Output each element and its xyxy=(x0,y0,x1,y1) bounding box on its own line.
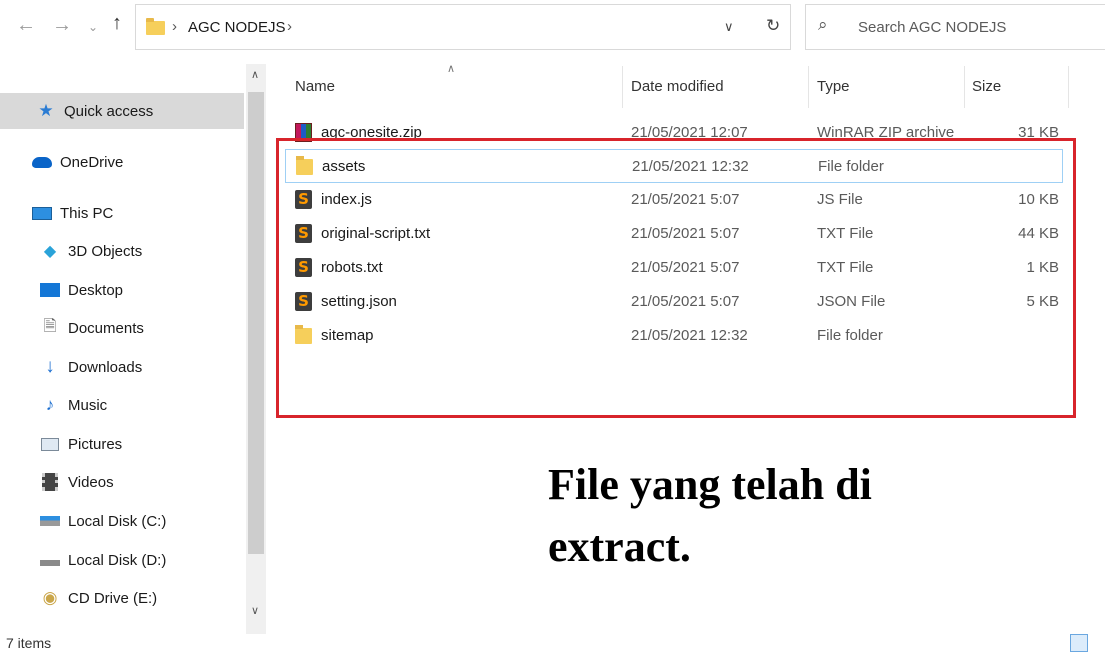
search-box[interactable]: ⌕ Search AGC NODEJS xyxy=(805,4,1105,50)
forward-arrow-icon[interactable]: → xyxy=(52,14,72,37)
sidebar-item-this-pc[interactable]: This PC xyxy=(0,195,244,231)
column-divider[interactable] xyxy=(622,66,623,108)
up-arrow-icon[interactable]: ↑ xyxy=(112,12,122,35)
sidebar-item-label: CD Drive (E:) xyxy=(68,589,158,607)
sidebar-item-local-disk-c[interactable]: Local Disk (C:) xyxy=(0,503,244,539)
scroll-down-icon[interactable]: ∨ xyxy=(251,604,259,617)
picture-icon xyxy=(40,435,60,453)
music-note-icon: ♪ xyxy=(45,395,55,414)
column-header-date-modified[interactable]: Date modified xyxy=(631,78,724,95)
sidebar-item-videos[interactable]: Videos xyxy=(0,464,244,500)
search-input[interactable]: Search AGC NODEJS xyxy=(858,19,1006,36)
search-icon: ⌕ xyxy=(818,15,828,34)
sidebar-item-label: Pictures xyxy=(68,435,123,453)
sidebar-item-cd-drive-e[interactable]: ◉ CD Drive (E:) xyxy=(0,580,244,616)
sidebar-item-desktop[interactable]: Desktop xyxy=(0,272,244,308)
sidebar-item-label: Local Disk (C:) xyxy=(68,512,167,530)
cloud-icon xyxy=(32,153,52,171)
sidebar-item-music[interactable]: ♪ Music xyxy=(0,387,244,423)
status-item-count: 7 items xyxy=(6,635,52,651)
column-header-name[interactable]: Name xyxy=(295,78,335,95)
address-dropdown-icon[interactable]: ∨ xyxy=(724,19,734,35)
column-header-type[interactable]: Type xyxy=(817,78,850,95)
sidebar-item-label: Desktop xyxy=(68,281,124,299)
back-arrow-icon[interactable]: ← xyxy=(16,14,36,37)
scroll-up-icon[interactable]: ∧ xyxy=(251,68,259,81)
computer-icon xyxy=(32,204,52,222)
sidebar-item-quick-access[interactable]: ★ Quick access xyxy=(0,93,244,129)
details-view-icon[interactable] xyxy=(1070,634,1088,652)
sidebar-item-label: Downloads xyxy=(68,358,143,376)
sidebar-item-label: OneDrive xyxy=(60,153,124,171)
sidebar-item-3d-objects[interactable]: ◆ 3D Objects xyxy=(0,233,244,269)
star-icon: ★ xyxy=(38,101,54,120)
highlight-box xyxy=(276,138,1076,418)
sidebar-item-onedrive[interactable]: OneDrive xyxy=(0,144,244,180)
annotation-caption: File yang telah di extract. xyxy=(548,460,872,571)
film-icon xyxy=(40,473,60,491)
sidebar-item-label: Music xyxy=(68,396,108,414)
sidebar-item-downloads[interactable]: ↓ Downloads xyxy=(0,349,244,385)
breadcrumb-item[interactable]: AGC NODEJS xyxy=(188,19,286,36)
sidebar-scrollbar-thumb[interactable] xyxy=(248,92,264,554)
breadcrumb-separator-icon: › xyxy=(172,18,177,35)
sidebar-item-label: Quick access xyxy=(64,102,154,120)
column-header-size[interactable]: Size xyxy=(972,78,1001,95)
sidebar-item-documents[interactable]: 🗎 Documents xyxy=(0,310,244,346)
sidebar-item-label: Videos xyxy=(68,473,114,491)
drive-icon xyxy=(40,551,60,569)
sidebar-item-label: 3D Objects xyxy=(68,242,143,260)
sidebar-item-label: This PC xyxy=(60,204,114,222)
sidebar-item-pictures[interactable]: Pictures xyxy=(0,426,244,462)
cube-icon: ◆ xyxy=(43,243,57,260)
sidebar-item-local-disk-d[interactable]: Local Disk (D:) xyxy=(0,542,244,578)
document-icon: 🗎 xyxy=(43,317,57,335)
recent-locations-chevron-icon[interactable]: ⌄ xyxy=(88,20,98,34)
desktop-icon xyxy=(40,281,60,299)
windows-drive-icon xyxy=(40,512,60,530)
column-divider[interactable] xyxy=(964,66,965,108)
address-bar[interactable]: › AGC NODEJS › ∨ ↻ xyxy=(135,4,791,50)
sidebar-item-label: Local Disk (D:) xyxy=(68,551,167,569)
sort-ascending-icon: ∧ xyxy=(447,63,456,75)
folder-icon xyxy=(146,18,165,35)
cd-icon: ◉ xyxy=(42,588,58,607)
column-divider[interactable] xyxy=(808,66,809,108)
column-divider[interactable] xyxy=(1068,66,1069,108)
download-arrow-icon: ↓ xyxy=(45,356,55,377)
breadcrumb-chevron-icon[interactable]: › xyxy=(287,18,292,35)
sidebar-item-label: Documents xyxy=(68,319,144,337)
refresh-icon[interactable]: ↻ xyxy=(766,16,780,36)
